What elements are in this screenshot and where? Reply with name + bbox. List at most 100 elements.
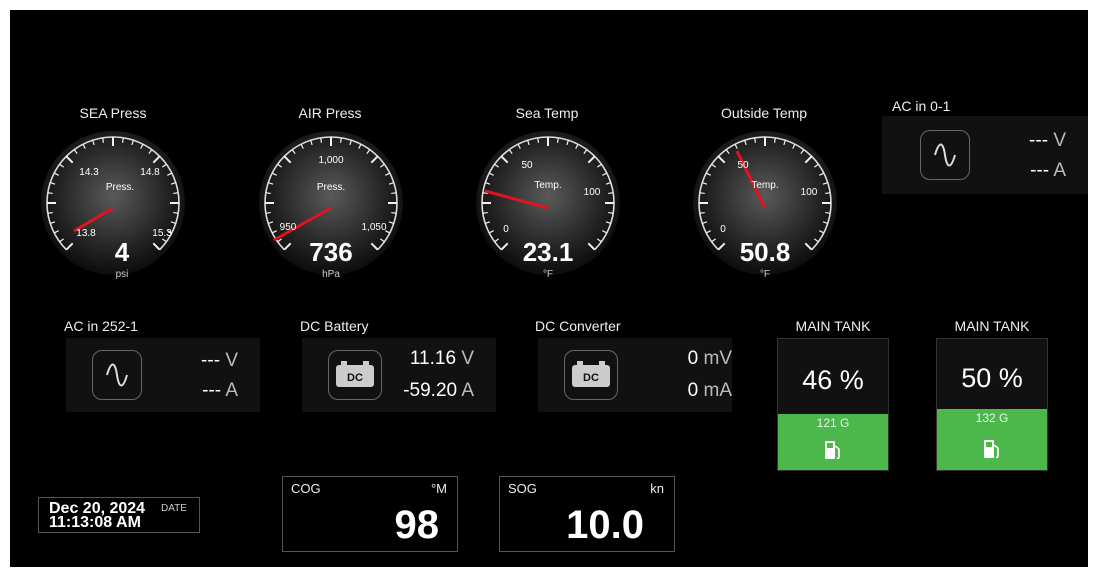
gauge-tick-mark bbox=[47, 192, 53, 195]
tank-percent: 46 % bbox=[802, 365, 864, 395]
gauge-tick-label: 0 bbox=[503, 224, 509, 235]
gauge-tick-mark bbox=[320, 137, 323, 143]
fuel-pump-icon bbox=[937, 437, 1047, 466]
gauge-tick-label: 100 bbox=[584, 187, 601, 198]
tank-level-fill: 132 G bbox=[937, 409, 1047, 470]
dc-voltage: 0 mV bbox=[687, 348, 732, 369]
sog-label: SOG bbox=[508, 481, 537, 496]
gauge-title: AIR Press bbox=[298, 105, 362, 121]
tank-level-fill: 121 G bbox=[778, 414, 888, 470]
cog-unit: °M bbox=[430, 481, 447, 496]
gauge-tick-label: 1,050 bbox=[361, 222, 386, 233]
cog-label: COG bbox=[291, 481, 321, 496]
svg-text:DC: DC bbox=[347, 372, 363, 384]
dc-voltage: 11.16 V bbox=[409, 348, 474, 369]
gauge-unit: °F bbox=[543, 269, 553, 280]
cog-value: 98 bbox=[394, 503, 440, 547]
gauge-value: 23.1 bbox=[523, 237, 574, 267]
tank-gallons: 121 G bbox=[816, 416, 850, 430]
gauge-dial: 50 100 0 Temp. 50.8 °F bbox=[693, 131, 837, 280]
time-text: 11:13:08 AM bbox=[49, 514, 141, 531]
gauge-tick-label: 950 bbox=[280, 222, 297, 233]
gauge-tick-mark bbox=[608, 211, 614, 214]
gauge-tick-label: 15.3 bbox=[152, 228, 172, 239]
gauge-unit: hPa bbox=[322, 269, 340, 280]
gauge-tick-mark bbox=[608, 192, 614, 195]
gauge-center-label: Temp. bbox=[751, 180, 778, 191]
gauge-tick-label: 1,000 bbox=[318, 155, 343, 166]
dc-panel-battery[interactable]: DC 11.16 V -59.20 A bbox=[302, 338, 496, 412]
gauge-tick-label: 14.3 bbox=[79, 167, 99, 178]
ac-wave-icon bbox=[920, 130, 970, 180]
gauge-center-label: Press. bbox=[106, 182, 134, 193]
ac-panel-title: AC in 0-1 bbox=[892, 98, 951, 114]
gauge-tick-label: 14.8 bbox=[140, 167, 160, 178]
ac-panel-title: AC in 252-1 bbox=[64, 318, 138, 334]
gauge-value: 736 bbox=[309, 237, 352, 267]
tank-title: MAIN TANK bbox=[795, 318, 871, 334]
gauge-tick-mark bbox=[173, 211, 179, 214]
sog-value: 10.0 bbox=[566, 503, 644, 547]
gauge-tick-mark bbox=[825, 192, 831, 195]
gauge-center-label: Temp. bbox=[534, 180, 561, 191]
dc-current: -59.20 A bbox=[403, 380, 474, 401]
gauge-title: Sea Temp bbox=[515, 105, 579, 121]
ac-current: --- A bbox=[1030, 160, 1066, 181]
date-tag: DATE bbox=[161, 503, 187, 514]
gauge-center-label: Press. bbox=[317, 182, 345, 193]
dc-panel-converter[interactable]: DC 0 mV 0 mA bbox=[538, 338, 732, 412]
gauge-tick-mark bbox=[47, 211, 53, 214]
ac-current: --- A bbox=[202, 380, 238, 401]
gauge-tick-mark bbox=[391, 192, 397, 195]
tank-main-2[interactable]: 50 % 132 G bbox=[936, 338, 1048, 471]
gauge-tick-mark bbox=[773, 137, 776, 143]
gauge-tick-mark bbox=[391, 211, 397, 214]
ac-wave-icon bbox=[92, 350, 142, 400]
fuel-pump-icon bbox=[778, 438, 888, 467]
gauge-tick-mark bbox=[265, 211, 271, 214]
ac-voltage: --- V bbox=[1029, 130, 1066, 151]
gauge-dial: 50 100 0 Temp. 23.1 °F bbox=[476, 131, 620, 280]
cog-panel[interactable]: COG °M 98 bbox=[282, 476, 458, 552]
gauge-tick-mark bbox=[556, 137, 559, 143]
gauge-title: Outside Temp bbox=[720, 105, 808, 121]
sog-unit: kn bbox=[650, 481, 664, 496]
gauge-tick-mark bbox=[482, 211, 488, 214]
ac-panel-0-1[interactable]: --- V --- A bbox=[882, 116, 1088, 194]
battery-icon: DC bbox=[564, 350, 618, 400]
battery-icon: DC bbox=[328, 350, 382, 400]
gauge-value: 50.8 bbox=[740, 237, 791, 267]
dc-panel-title: DC Converter bbox=[535, 318, 621, 334]
tank-main-1[interactable]: 46 % 121 G bbox=[777, 338, 889, 471]
gauge-dial: 14.3 14.8 13.8 15.3 Press. 4 psi bbox=[41, 131, 185, 280]
tank-title: MAIN TANK bbox=[954, 318, 1030, 334]
sog-panel[interactable]: SOG kn 10.0 bbox=[499, 476, 675, 552]
gauge-unit: °F bbox=[760, 269, 770, 280]
gauge-tick-label: 13.8 bbox=[76, 228, 96, 239]
dc-panel-title: DC Battery bbox=[300, 318, 369, 334]
gauge-tick-label: 50 bbox=[521, 160, 533, 171]
gauge-value: 4 bbox=[115, 237, 130, 267]
gauge-title: SEA Press bbox=[79, 105, 147, 121]
gauge-tick-mark bbox=[265, 192, 271, 195]
tank-gallons: 132 G bbox=[975, 411, 1009, 425]
gauge-tick-mark bbox=[121, 137, 124, 143]
gauge-dial: 1,000 950 1,050 Press. 736 hPa bbox=[259, 131, 403, 280]
gauge-tick-mark bbox=[173, 192, 179, 195]
dc-current: 0 mA bbox=[687, 380, 732, 401]
gauge-tick-mark bbox=[537, 137, 540, 143]
tank-percent: 50 % bbox=[961, 363, 1023, 393]
dashboard-screen: SEA Press 14.3 14.8 13.8 15.3 Press. 4 p… bbox=[10, 10, 1088, 567]
gauge-tick-label: 50 bbox=[737, 160, 749, 171]
gauge-tick-label: 100 bbox=[801, 187, 818, 198]
gauge-tick-mark bbox=[699, 211, 705, 214]
ac-panel-252-1[interactable]: --- V --- A bbox=[66, 338, 260, 412]
ac-voltage: --- V bbox=[201, 350, 238, 371]
gauge-tick-mark bbox=[699, 192, 705, 195]
gauge-tick-mark bbox=[754, 137, 757, 143]
datetime-box: Dec 20, 2024 DATE 11:13:08 AM bbox=[38, 497, 200, 533]
gauge-tick-mark bbox=[339, 137, 342, 143]
gauge-unit: psi bbox=[116, 269, 129, 280]
gauge-tick-label: 0 bbox=[720, 224, 726, 235]
svg-text:DC: DC bbox=[583, 372, 599, 384]
